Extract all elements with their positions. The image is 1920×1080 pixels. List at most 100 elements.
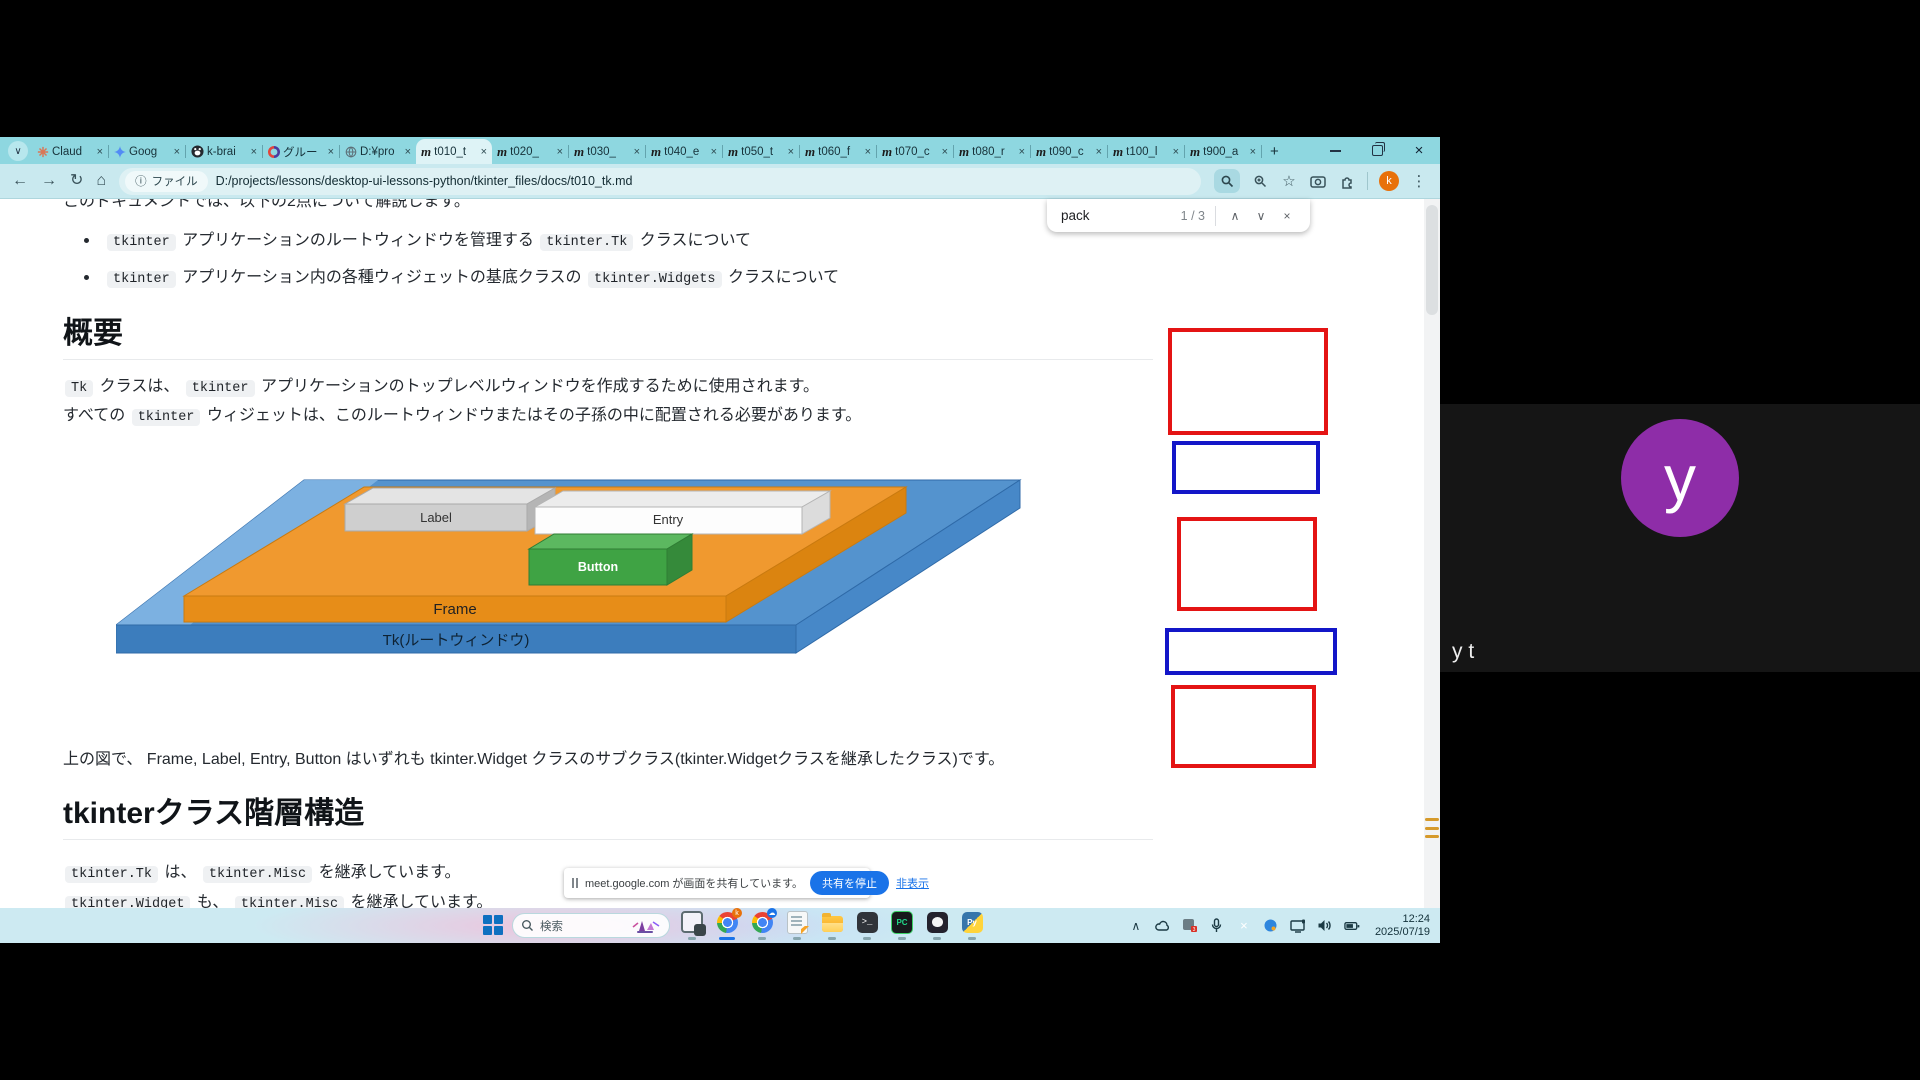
microphone-icon[interactable] — [1209, 918, 1225, 934]
browser-tab-Goog[interactable]: Goog× — [109, 139, 185, 164]
system-tray: ∧ 3 × 12:24 2025/07/19 — [1128, 908, 1430, 943]
terminal-icon[interactable]: >_ — [855, 911, 879, 940]
address-bar[interactable]: ⓘファイル D:/projects/lessons/desktop-ui-les… — [119, 168, 1201, 195]
browser-tab-t020_[interactable]: mt020_× — [492, 139, 568, 164]
browser-tab-Claud[interactable]: Claud× — [32, 139, 108, 164]
toolbar-icons: ☆ k ⋮ — [1214, 169, 1428, 193]
taskbar-clock[interactable]: 12:24 2025/07/19 — [1375, 913, 1430, 939]
hide-banner-link[interactable]: 非表示 — [896, 875, 929, 891]
speaker-icon[interactable] — [1317, 918, 1333, 934]
cloud-icon[interactable] — [1155, 918, 1171, 934]
menu-kebab-icon[interactable]: ⋮ — [1410, 172, 1428, 190]
browser-tab-t060_f[interactable]: mt060_f× — [800, 139, 876, 164]
markdown-icon: m — [959, 145, 969, 158]
browser-tab-Dpro[interactable]: D:¥pro× — [340, 139, 416, 164]
find-bar-divider — [1215, 206, 1216, 226]
planet-icon[interactable] — [1263, 918, 1279, 934]
markdown-icon: m — [421, 145, 431, 158]
tkinter-structure-diagram: Label Entry Button Frame Tk(ルートウィンドウ) — [116, 478, 1022, 655]
search-highlight-graphic — [631, 917, 661, 935]
tab-close-icon[interactable]: × — [328, 146, 334, 158]
tab-close-icon[interactable]: × — [711, 146, 717, 158]
browser-tab-t050_t[interactable]: mt050_t× — [723, 139, 799, 164]
forward-button[interactable]: → — [41, 173, 57, 189]
tab-close-icon[interactable]: × — [174, 146, 180, 158]
search-placeholder: 検索 — [540, 918, 563, 934]
inline-code: tkinter.Tk — [540, 234, 633, 251]
toc-hamburger-icon[interactable] — [1425, 816, 1439, 840]
explorer-icon[interactable] — [820, 911, 844, 940]
tab-close-icon[interactable]: × — [865, 146, 871, 158]
maximize-button[interactable] — [1356, 137, 1398, 164]
find-next-button[interactable]: ∨ — [1248, 203, 1274, 229]
file-scheme-chip[interactable]: ⓘファイル — [125, 171, 208, 192]
pycharm-icon[interactable]: PC — [890, 911, 914, 940]
tab-close-icon[interactable]: × — [405, 146, 411, 158]
tab-close-icon[interactable]: × — [97, 146, 103, 158]
tab-close-icon[interactable]: × — [788, 146, 794, 158]
meet-participant-tile[interactable]: y y t — [1440, 404, 1920, 672]
extensions-icon[interactable] — [1338, 172, 1356, 190]
find-previous-button[interactable]: ∧ — [1222, 203, 1248, 229]
bookmark-star-icon[interactable]: ☆ — [1280, 172, 1298, 190]
monitor-icon[interactable] — [1290, 918, 1306, 934]
tab-strip: ∨ Claud×Goog×k-brai×グルー×D:¥pro×mt010_t×m… — [0, 137, 1440, 164]
tab-close-icon[interactable]: × — [1019, 146, 1025, 158]
task-view-icon[interactable] — [680, 911, 704, 940]
chrome-icon[interactable]: k — [715, 911, 739, 940]
inline-code: tkinter.Widget — [65, 896, 190, 908]
diagram-entry-label: Entry — [653, 512, 684, 527]
close-button[interactable]: × — [1398, 137, 1440, 164]
tab-close-icon[interactable]: × — [1173, 146, 1179, 158]
taskbar-search[interactable]: 検索 — [512, 913, 670, 938]
tab-search-button[interactable]: ∨ — [8, 141, 28, 161]
browser-tab-t100_l[interactable]: mt100_l× — [1108, 139, 1184, 164]
python-icon[interactable]: Py — [960, 911, 984, 940]
home-button[interactable]: ⌂ — [96, 173, 106, 189]
battery-icon[interactable] — [1344, 918, 1360, 934]
section-heading-overview: 概要 — [63, 317, 1153, 360]
close-icon[interactable]: × — [1236, 918, 1252, 934]
browser-tab-t010_t[interactable]: mt010_t× — [416, 139, 492, 164]
tab-close-icon[interactable]: × — [634, 146, 640, 158]
gemini-icon — [114, 146, 126, 158]
find-in-page-icon[interactable] — [1214, 169, 1240, 193]
minimize-button[interactable] — [1314, 137, 1356, 164]
apps-badge-icon[interactable]: 3 — [1182, 918, 1198, 934]
tab-close-icon[interactable]: × — [942, 146, 948, 158]
browser-tab-k-brai[interactable]: k-brai× — [186, 139, 262, 164]
tab-close-icon[interactable]: × — [481, 146, 487, 158]
bullet-item: tkinter アプリケーション内の各種ウィジェットの基底クラスの tkinte… — [84, 266, 839, 292]
page-scrollbar[interactable] — [1424, 199, 1440, 908]
inline-code: tkinter — [186, 380, 255, 397]
browser-tab-t900_a[interactable]: mt900_a× — [1185, 139, 1261, 164]
screenshot-camera-icon[interactable] — [1309, 172, 1327, 190]
stop-sharing-button[interactable]: 共有を停止 — [810, 871, 889, 895]
clock-time: 12:24 — [1375, 913, 1430, 926]
github-desktop-icon[interactable] — [925, 911, 949, 940]
chevron-up-icon[interactable]: ∧ — [1128, 918, 1144, 934]
browser-tab-t080_r[interactable]: mt080_r× — [954, 139, 1030, 164]
zoom-icon[interactable] — [1251, 172, 1269, 190]
find-close-button[interactable]: × — [1274, 203, 1300, 229]
browser-tab-[interactable]: グルー× — [263, 139, 339, 164]
tab-close-icon[interactable]: × — [557, 146, 563, 158]
chrome-cloud-icon[interactable]: ☁ — [750, 911, 774, 940]
browser-tab-t030_[interactable]: mt030_× — [569, 139, 645, 164]
tab-close-icon[interactable]: × — [1250, 146, 1256, 158]
browser-toolbar: ← → ↻ ⌂ ⓘファイル D:/projects/lessons/deskto… — [0, 164, 1440, 199]
browser-tab-t040_e[interactable]: mt040_e× — [646, 139, 722, 164]
back-button[interactable]: ← — [12, 173, 28, 189]
browser-tab-t070_c[interactable]: mt070_c× — [877, 139, 953, 164]
new-tab-button[interactable]: + — [1270, 143, 1279, 160]
browser-tab-t090_c[interactable]: mt090_c× — [1031, 139, 1107, 164]
start-button[interactable] — [483, 915, 504, 936]
tab-close-icon[interactable]: × — [251, 146, 257, 158]
profile-avatar[interactable]: k — [1379, 171, 1399, 191]
tab-close-icon[interactable]: × — [1096, 146, 1102, 158]
scrollbar-thumb[interactable] — [1426, 205, 1438, 315]
notepad-icon[interactable] — [785, 911, 809, 940]
paragraph-line: tkinter.Tk は、 tkinter.Misc を継承しています。 — [63, 861, 461, 887]
find-query-text[interactable]: pack — [1061, 208, 1181, 223]
reload-button[interactable]: ↻ — [70, 173, 83, 189]
